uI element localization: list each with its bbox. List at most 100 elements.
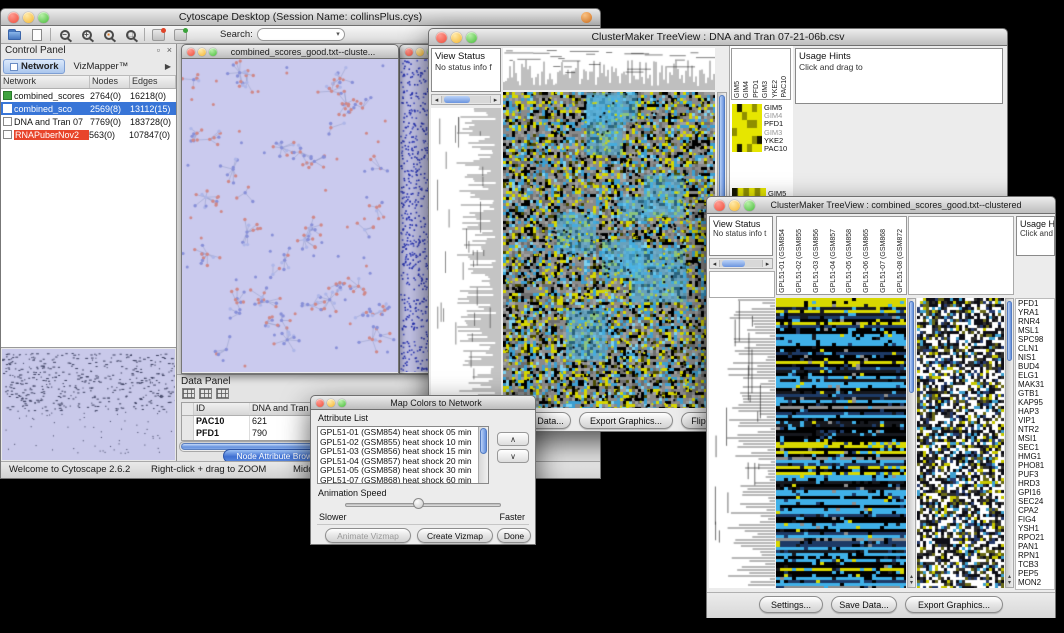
gene-label[interactable]: MAK31 — [1018, 380, 1054, 389]
scroll-right-icon[interactable]: ▸ — [763, 260, 772, 268]
float-panel-icon[interactable]: ▫ — [157, 45, 160, 55]
gene-label[interactable]: YRA1 — [1018, 308, 1054, 317]
slider-thumb[interactable] — [413, 498, 424, 509]
gene-label[interactable]: HMG1 — [1018, 452, 1054, 461]
network-list-item[interactable]: combined_scores 2764(0) 16218(0) — [1, 89, 176, 102]
dialog-titlebar[interactable]: Map Colors to Network — [310, 395, 536, 410]
chevron-down-icon[interactable]: ▾ — [336, 30, 340, 38]
network-window-titlebar[interactable]: combined_scores_good.txt--cluste... — [181, 44, 399, 59]
minimize-button[interactable] — [327, 399, 335, 407]
gene-label[interactable]: NTR2 — [1018, 425, 1054, 434]
save-session-icon[interactable] — [28, 27, 45, 43]
treeview-combined-titlebar[interactable]: ClusterMaker TreeView : combined_scores_… — [706, 196, 1056, 214]
row-handle[interactable] — [182, 416, 194, 428]
network-canvas[interactable] — [182, 59, 398, 372]
save-data-button[interactable]: Save Data... — [831, 596, 897, 613]
export-graphics-button[interactable]: Export Graphics... — [905, 596, 1003, 613]
search-input[interactable] — [257, 28, 345, 41]
settings-button[interactable]: Settings... — [759, 596, 823, 613]
gene-label-list[interactable]: PFD1YRA1RNR4MSL1SPC98CLN1NIS1BUD4ELG1MAK… — [1015, 298, 1055, 590]
row-handle[interactable] — [182, 428, 194, 440]
minimize-button[interactable] — [451, 32, 462, 43]
gene-label[interactable]: RNR4 — [1018, 317, 1054, 326]
zoom-selected-icon[interactable]: ▪ — [100, 27, 117, 43]
gene-label[interactable]: CPA2 — [1018, 506, 1054, 515]
gene-label[interactable]: VIP1 — [1018, 416, 1054, 425]
vscrollbar-thumb[interactable] — [1007, 301, 1012, 361]
gene-label[interactable]: MSI1 — [1018, 434, 1054, 443]
close-button[interactable] — [436, 32, 447, 43]
minimize-button[interactable] — [729, 200, 740, 211]
gene-label[interactable]: HRD3 — [1018, 479, 1054, 488]
attribute-table-icon[interactable] — [182, 388, 195, 399]
gene-label[interactable]: KAP95 — [1018, 398, 1054, 407]
attribute-create-icon[interactable] — [216, 388, 229, 399]
heatmap-canvas[interactable] — [776, 298, 906, 588]
gene-label[interactable]: PUF3 — [1018, 470, 1054, 479]
gene-label[interactable]: YSH1 — [1018, 524, 1054, 533]
gene-label[interactable]: HAP3 — [1018, 407, 1054, 416]
done-button[interactable]: Done — [497, 528, 531, 543]
scrollbar-thumb[interactable] — [480, 428, 487, 454]
move-down-button[interactable]: ∨ — [497, 449, 529, 463]
gene-label[interactable]: RPN1 — [1018, 551, 1054, 560]
network-overview-thumbnail[interactable] — [2, 349, 175, 460]
animate-vizmap-button[interactable]: Animate Vizmap — [325, 528, 411, 543]
network-list-item[interactable]: RNAPuberNov2 563(0) 107847(0) — [1, 128, 176, 141]
gene-label[interactable]: PFD1 — [1018, 299, 1054, 308]
gene-label[interactable]: BUD4 — [1018, 362, 1054, 371]
row-dendrogram[interactable] — [431, 108, 501, 408]
gene-label[interactable]: SEC24 — [1018, 497, 1054, 506]
scroll-down-icon[interactable]: ▾ — [908, 580, 915, 586]
tab-vizmapper[interactable]: VizMapper™ — [67, 60, 134, 73]
main-titlebar[interactable]: Cytoscape Desktop (Session Name: collins… — [0, 8, 601, 26]
zoom-in-icon[interactable]: + — [78, 27, 95, 43]
gene-label[interactable]: CLN1 — [1018, 344, 1054, 353]
network-list-area[interactable] — [1, 141, 176, 348]
attribute-list-item[interactable]: GPL51-07 (GSM868) heat shock 60 min — [320, 476, 477, 484]
tab-overflow-icon[interactable]: ▶ — [165, 62, 174, 71]
zoom-out-icon[interactable]: − — [56, 27, 73, 43]
gene-label[interactable]: TCB3 — [1018, 560, 1054, 569]
open-session-icon[interactable] — [6, 27, 23, 43]
close-button[interactable] — [8, 12, 19, 23]
close-panel-icon[interactable]: × — [167, 45, 172, 55]
gene-label[interactable]: GPI16 — [1018, 488, 1054, 497]
gene-label[interactable]: SEC1 — [1018, 443, 1054, 452]
vizmapper-icon[interactable] — [172, 27, 189, 43]
heatmap-canvas[interactable] — [503, 92, 715, 408]
scroll-left-icon[interactable]: ◂ — [710, 260, 719, 268]
nav-track[interactable] — [719, 260, 763, 267]
gene-label[interactable]: ELG1 — [1018, 371, 1054, 380]
gene-label[interactable]: PEP5 — [1018, 569, 1054, 578]
nav-thumb[interactable] — [722, 260, 745, 267]
minimize-button[interactable] — [416, 48, 424, 56]
gene-label[interactable]: GTB1 — [1018, 389, 1054, 398]
attribute-list[interactable]: GPL51-01 (GSM854) heat shock 05 minGPL51… — [317, 426, 489, 484]
vscrollbar-thumb[interactable] — [909, 301, 914, 393]
scroll-left-icon[interactable]: ◂ — [432, 96, 441, 104]
annotation-icon[interactable] — [150, 27, 167, 43]
minimize-button[interactable] — [198, 48, 206, 56]
nav-thumb[interactable] — [444, 96, 470, 103]
scroll-down-icon[interactable]: ▾ — [1006, 580, 1013, 586]
row-dendrogram[interactable] — [709, 298, 775, 588]
correlation-matrix[interactable] — [732, 104, 762, 152]
tree-nav-scrollbar[interactable]: ◂ ▸ — [709, 258, 773, 269]
create-vizmap-button[interactable]: Create Vizmap — [417, 528, 493, 543]
gene-label[interactable]: PHO81 — [1018, 461, 1054, 470]
gene-label[interactable]: MSL1 — [1018, 326, 1054, 335]
close-button[interactable] — [187, 48, 195, 56]
close-button[interactable] — [316, 399, 324, 407]
gene-label[interactable]: SPC98 — [1018, 335, 1054, 344]
network-list-item-selected[interactable]: combined_sco 2569(8) 13112(15) — [1, 102, 176, 115]
gene-label[interactable]: RPO21 — [1018, 533, 1054, 542]
gene-label[interactable]: FIG4 — [1018, 515, 1054, 524]
heatmap-vscrollbar[interactable]: ▴ ▾ — [907, 298, 916, 588]
attribute-list-scrollbar[interactable] — [478, 427, 488, 483]
network-list-item[interactable]: DNA and Tran 07 7769(0) 183728(0) — [1, 115, 176, 128]
minimize-button[interactable] — [23, 12, 34, 23]
export-graphics-button[interactable]: Export Graphics... — [579, 412, 673, 429]
gene-label[interactable]: NIS1 — [1018, 353, 1054, 362]
tree-nav-scrollbar[interactable]: ◂ ▸ — [431, 94, 501, 105]
